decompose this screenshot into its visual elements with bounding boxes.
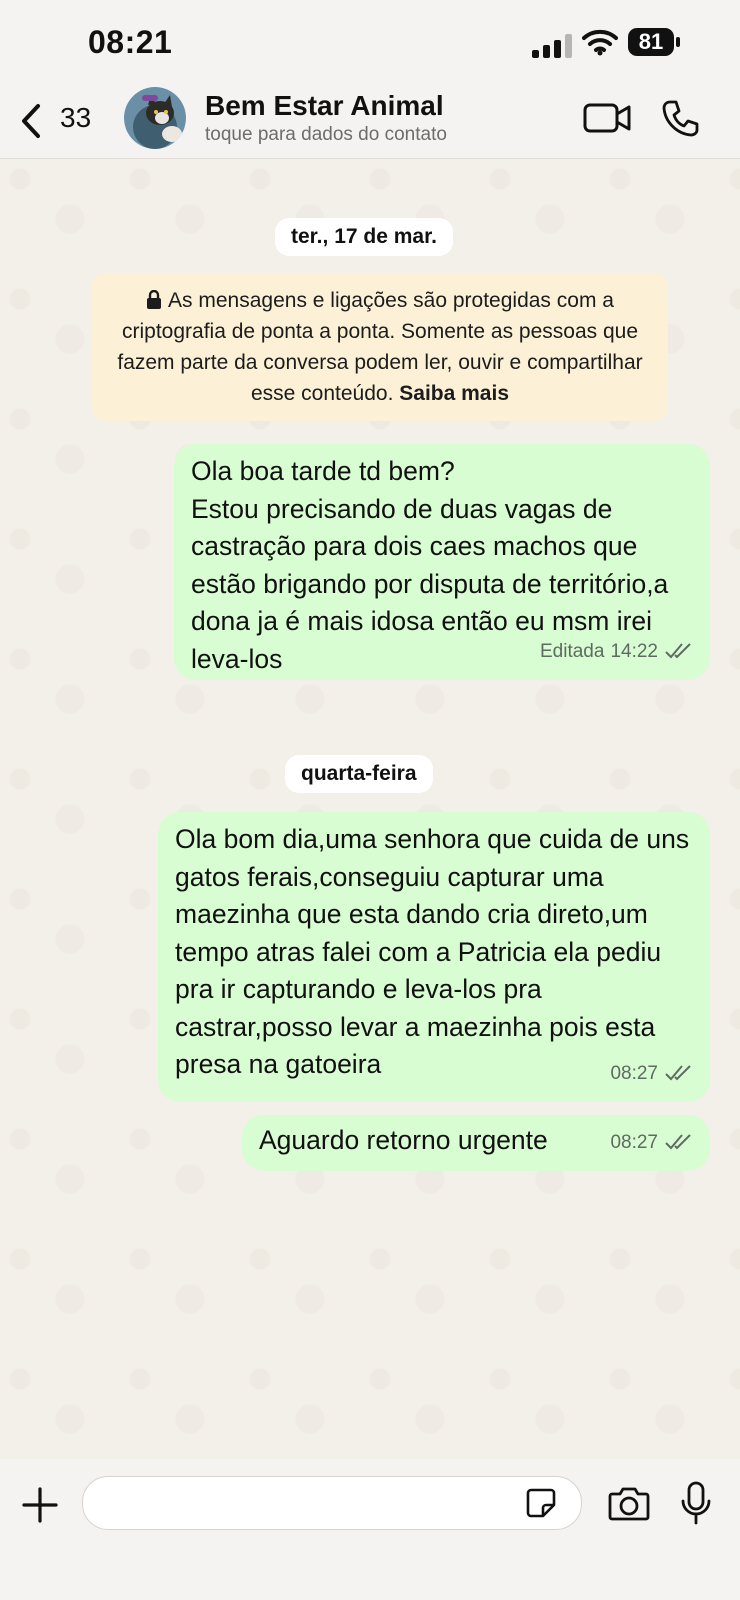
- outgoing-message[interactable]: Ola boa tarde td bem? Estou precisando d…: [174, 444, 710, 680]
- double-check-icon: [665, 1134, 691, 1150]
- sticker-icon[interactable]: [526, 1488, 556, 1518]
- edited-label: Editada: [540, 640, 605, 662]
- wifi-icon: [582, 29, 618, 56]
- contact-avatar[interactable]: [124, 87, 186, 149]
- message-text: Ola bom dia,uma senhora que cuida de uns…: [175, 824, 690, 1079]
- message-time: 08:27: [610, 1131, 658, 1153]
- chevron-left-icon[interactable]: [18, 102, 46, 140]
- message-text: Aguardo retorno urgente: [259, 1125, 548, 1155]
- double-check-icon: [665, 1065, 691, 1081]
- learn-more-link[interactable]: Saiba mais: [399, 382, 509, 405]
- battery-indicator: 81: [628, 28, 680, 58]
- status-bar: 08:21 81: [0, 0, 740, 88]
- message-meta: 08:27: [610, 1055, 694, 1093]
- battery-level: 81: [628, 28, 674, 56]
- chat-header: 33 Bem Estar Animal toque para dados do …: [0, 87, 740, 159]
- microphone-icon[interactable]: [680, 1481, 712, 1525]
- contact-name[interactable]: Bem Estar Animal: [205, 90, 444, 122]
- outgoing-message[interactable]: Aguardo retorno urgente 08:27: [242, 1115, 710, 1171]
- contact-subtitle[interactable]: toque para dados do contato: [205, 124, 447, 146]
- double-check-icon: [665, 643, 691, 659]
- status-time: 08:21: [88, 24, 173, 60]
- plus-icon[interactable]: [22, 1487, 58, 1523]
- encryption-notice[interactable]: As mensagens e ligações são protegidas c…: [92, 273, 668, 421]
- message-meta: Editada 14:22: [540, 633, 694, 671]
- encryption-text: As mensagens e ligações são protegidas c…: [117, 289, 643, 405]
- date-separator: quarta-feira: [285, 755, 433, 793]
- camera-icon[interactable]: [608, 1485, 650, 1521]
- message-meta: 08:27: [610, 1124, 694, 1162]
- signal-icon: [532, 34, 572, 58]
- input-bar: [0, 1459, 740, 1600]
- date-separator: ter., 17 de mar.: [275, 218, 453, 256]
- message-input[interactable]: [82, 1476, 582, 1530]
- message-time: 08:27: [610, 1062, 658, 1084]
- unread-count[interactable]: 33: [60, 102, 91, 134]
- chat-area[interactable]: ter., 17 de mar. As mensagens e ligações…: [0, 159, 740, 1459]
- phone-icon[interactable]: [660, 98, 700, 138]
- message-time: 14:22: [610, 640, 658, 662]
- video-call-icon[interactable]: [583, 100, 631, 136]
- lock-icon: [147, 290, 162, 309]
- outgoing-message[interactable]: Ola bom dia,uma senhora que cuida de uns…: [158, 812, 710, 1102]
